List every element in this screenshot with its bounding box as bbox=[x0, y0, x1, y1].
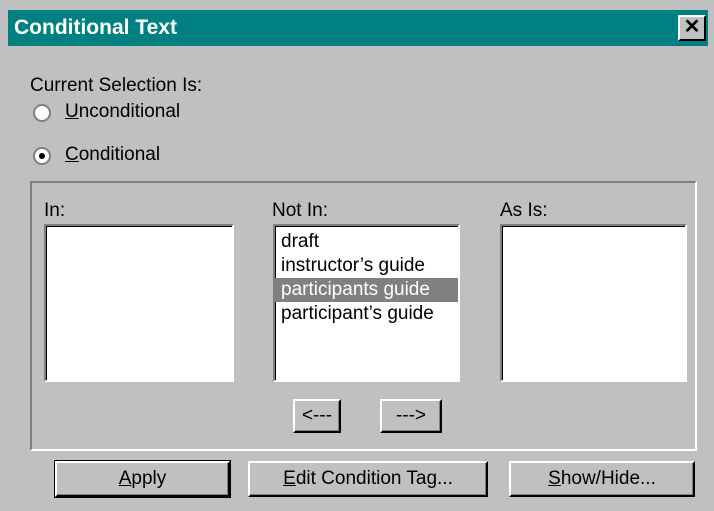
show-rest: how/Hide... bbox=[560, 468, 656, 489]
conditional-label[interactable]: Conditional bbox=[65, 144, 160, 166]
list-item[interactable]: participants guide bbox=[275, 278, 458, 302]
as-is-list-label: As Is: bbox=[500, 200, 548, 221]
unconditional-rest: nconditional bbox=[78, 101, 181, 122]
in-listbox[interactable] bbox=[44, 224, 234, 382]
conditional-rest: onditional bbox=[78, 144, 161, 165]
show-hide-button[interactable]: Show/Hide... bbox=[509, 461, 695, 497]
list-item[interactable]: instructor’s guide bbox=[275, 254, 458, 278]
conditional-radio[interactable] bbox=[33, 147, 51, 165]
apply-button[interactable]: Apply bbox=[54, 460, 231, 498]
edit-accel: E bbox=[283, 468, 296, 489]
not-in-list-label: Not In: bbox=[272, 200, 328, 221]
dialog-title: Conditional Text bbox=[14, 16, 177, 39]
list-item[interactable]: participant’s guide bbox=[275, 302, 458, 326]
close-button[interactable]: ✕ bbox=[678, 15, 706, 41]
unconditional-label[interactable]: Unconditional bbox=[65, 101, 180, 123]
move-left-label: <--- bbox=[301, 405, 333, 426]
unconditional-radio[interactable] bbox=[33, 104, 51, 122]
edit-condition-tag-button[interactable]: Edit Condition Tag... bbox=[248, 461, 488, 497]
apply-rest: pply bbox=[131, 468, 167, 489]
conditional-text-dialog: Conditional Text ✕ Current Selection Is:… bbox=[0, 0, 714, 511]
not-in-listbox[interactable]: draft instructor’s guide participants guid… bbox=[273, 224, 460, 382]
move-right-button[interactable]: ---> bbox=[380, 399, 442, 433]
title-bar[interactable]: Conditional Text ✕ bbox=[8, 10, 708, 46]
current-selection-label: Current Selection Is: bbox=[30, 75, 203, 96]
move-right-label: ---> bbox=[395, 405, 427, 426]
as-is-listbox[interactable] bbox=[500, 224, 687, 382]
close-icon: ✕ bbox=[683, 16, 701, 38]
conditional-accel: C bbox=[65, 144, 79, 165]
apply-accel: A bbox=[118, 468, 132, 489]
unconditional-accel: U bbox=[65, 101, 79, 122]
show-accel: S bbox=[548, 468, 561, 489]
in-list-label: In: bbox=[44, 200, 66, 221]
list-item[interactable]: draft bbox=[275, 230, 458, 254]
edit-rest: dit Condition Tag... bbox=[295, 468, 453, 489]
move-left-button[interactable]: <--- bbox=[293, 399, 341, 433]
